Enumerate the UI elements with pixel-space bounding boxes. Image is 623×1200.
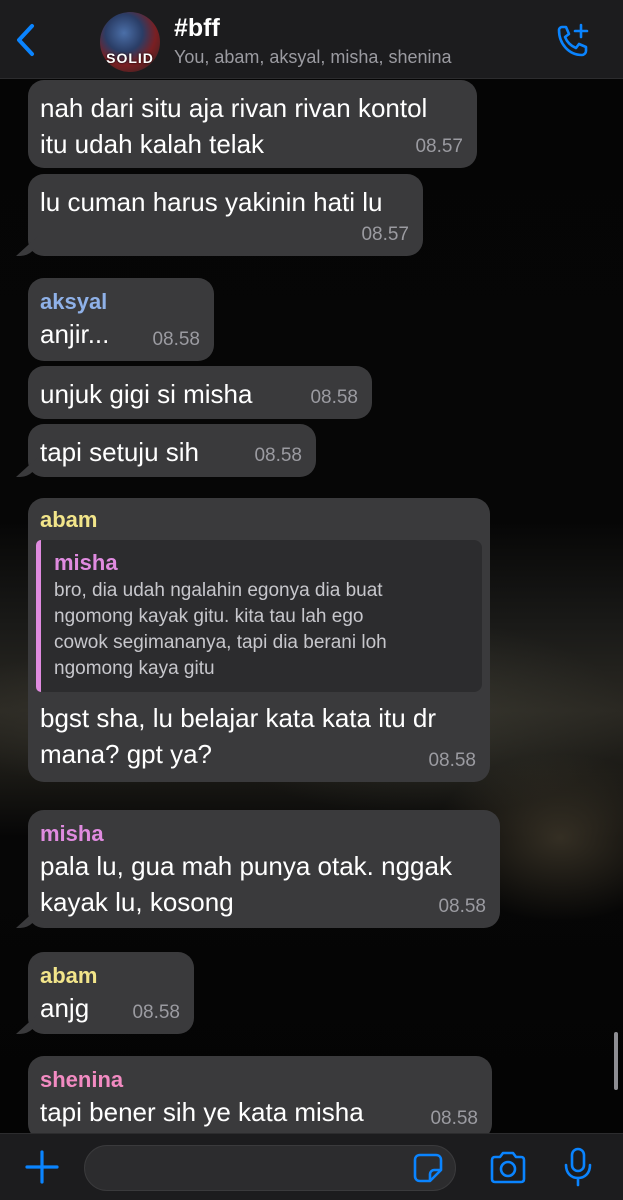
message-bubble[interactable]: tapi setuju sih 08.58 xyxy=(28,424,316,477)
message-input[interactable] xyxy=(84,1145,456,1191)
message-bubble[interactable]: abam misha bro, dia udah ngalahin egonya… xyxy=(28,498,490,782)
quote-sender: misha xyxy=(54,550,118,575)
message-bubble[interactable]: misha pala lu, gua mah punya otak. nggak… xyxy=(28,810,500,928)
sender-name[interactable]: misha xyxy=(40,820,488,848)
camera-button[interactable] xyxy=(488,1150,528,1186)
message-bubble[interactable]: lu cuman harus yakinin hati lu 08.57 xyxy=(28,174,423,256)
sender-name[interactable]: aksyal xyxy=(40,288,202,316)
message-time: 08.58 xyxy=(152,329,200,350)
chevron-left-icon xyxy=(17,24,34,56)
group-avatar[interactable]: SOLID xyxy=(100,12,160,72)
quoted-message[interactable]: misha bro, dia udah ngalahin egonya dia … xyxy=(36,540,482,692)
message-text: nah dari situ aja rivan rivan kontol itu… xyxy=(40,93,428,159)
sticker-icon xyxy=(413,1153,443,1183)
message-text: tapi bener sih ye kata misha xyxy=(40,1097,364,1127)
message-time: 08.58 xyxy=(132,1002,180,1023)
message-bubble[interactable]: unjuk gigi si misha 08.58 xyxy=(28,366,372,419)
sender-name[interactable]: abam xyxy=(36,506,482,534)
message-text: pala lu, gua mah punya otak. nggak kayak… xyxy=(40,851,452,917)
add-call-button[interactable] xyxy=(552,22,592,62)
sticker-button[interactable] xyxy=(412,1152,444,1184)
quote-accent-bar xyxy=(36,540,41,692)
plus-icon xyxy=(25,1150,59,1184)
message-time: 08.58 xyxy=(430,1108,478,1129)
camera-icon xyxy=(490,1151,526,1184)
message-time: 08.57 xyxy=(361,224,409,245)
voice-record-button[interactable] xyxy=(562,1146,594,1188)
message-list[interactable]: nah dari situ aja rivan rivan kontol itu… xyxy=(0,78,623,1133)
message-bubble[interactable]: abam anjg 08.58 xyxy=(28,952,194,1034)
message-text: bgst sha, lu belajar kata kata itu dr ma… xyxy=(40,703,437,769)
avatar-label: SOLID xyxy=(106,50,154,66)
attach-button[interactable] xyxy=(22,1147,62,1187)
scrollbar[interactable] xyxy=(614,1032,618,1090)
sender-name[interactable]: shenina xyxy=(40,1066,480,1094)
add-call-icon xyxy=(557,23,589,57)
message-time: 08.58 xyxy=(438,896,486,917)
message-time: 08.57 xyxy=(415,136,463,157)
compose-bar xyxy=(0,1133,623,1200)
message-time: 08.58 xyxy=(428,750,476,771)
back-button[interactable] xyxy=(12,22,42,58)
chat-header: SOLID #bff You, abam, aksyal, misha, she… xyxy=(0,0,623,79)
message-time: 08.58 xyxy=(254,445,302,466)
quote-text: bro, dia udah ngalahin egonya dia buat n… xyxy=(54,580,387,679)
sender-name[interactable]: abam xyxy=(40,962,182,990)
message-time: 08.58 xyxy=(310,387,358,408)
chat-title[interactable]: #bff xyxy=(174,14,220,43)
message-bubble[interactable]: shenina tapi bener sih ye kata misha 08.… xyxy=(28,1056,492,1133)
message-bubble[interactable]: aksyal anjir... 08.58 xyxy=(28,278,214,361)
microphone-icon xyxy=(564,1147,592,1187)
message-bubble[interactable]: nah dari situ aja rivan rivan kontol itu… xyxy=(28,80,477,168)
message-text: lu cuman harus yakinin hati lu xyxy=(40,187,383,217)
chat-members[interactable]: You, abam, aksyal, misha, shenina xyxy=(174,47,452,68)
